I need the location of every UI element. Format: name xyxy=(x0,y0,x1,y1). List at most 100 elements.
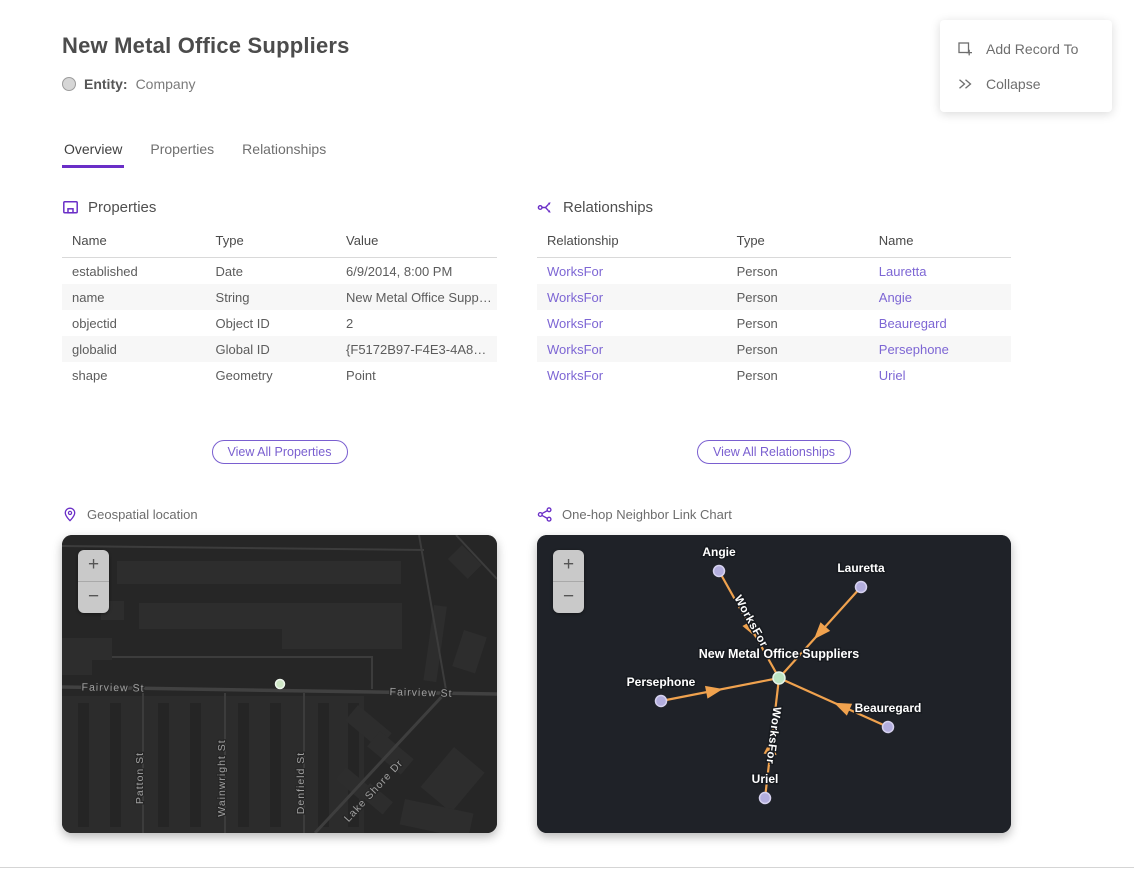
name-link[interactable]: Persephone xyxy=(879,342,949,357)
name-cell: Uriel xyxy=(869,362,1011,388)
name-cell: objectid xyxy=(62,310,206,336)
name-link[interactable]: Lauretta xyxy=(879,264,927,279)
node-label: Lauretta xyxy=(837,561,885,575)
column-header: Type xyxy=(206,229,337,258)
name-cell: Persephone xyxy=(869,336,1011,362)
table-row: WorksFor Person Beauregard xyxy=(537,310,1011,336)
type-cell: Person xyxy=(727,336,869,362)
name-cell: Lauretta xyxy=(869,258,1011,285)
context-menu: Add Record To Collapse xyxy=(940,20,1112,112)
type-cell: String xyxy=(206,284,337,310)
collapse-icon xyxy=(957,76,973,92)
chart-node-beauregard[interactable] xyxy=(883,722,894,733)
name-cell: Beauregard xyxy=(869,310,1011,336)
value-cell: {F5172B97-F4E3-4A83-8… xyxy=(336,336,497,362)
view-all-relationships-button[interactable]: View All Relationships xyxy=(697,440,851,464)
type-cell: Person xyxy=(727,362,869,388)
type-cell: Person xyxy=(727,310,869,336)
type-cell: Object ID xyxy=(206,310,337,336)
properties-icon xyxy=(62,199,79,216)
relationship-cell: WorksFor xyxy=(537,284,727,310)
value-cell: New Metal Office Suppliers xyxy=(336,284,497,310)
entity-type-value: Company xyxy=(136,76,196,92)
name-link[interactable]: Beauregard xyxy=(879,316,947,331)
map-section-header: Geospatial location xyxy=(62,506,497,523)
tab-properties[interactable]: Properties xyxy=(148,141,216,168)
menu-item-label: Add Record To xyxy=(986,41,1078,57)
map-pin-icon xyxy=(62,506,78,523)
column-header: Name xyxy=(62,229,206,258)
street-label: Patton St xyxy=(134,752,146,804)
tab-relationships[interactable]: Relationships xyxy=(240,141,328,168)
table-row: WorksFor Person Angie xyxy=(537,284,1011,310)
relationship-link[interactable]: WorksFor xyxy=(547,316,603,331)
properties-table: NameTypeValue establishedDate6/9/2014, 8… xyxy=(62,229,497,388)
zoom-out-button[interactable]: − xyxy=(553,581,584,613)
value-cell: 2 xyxy=(336,310,497,336)
name-link[interactable]: Angie xyxy=(879,290,912,305)
node-label: Angie xyxy=(702,545,736,559)
relationship-link[interactable]: WorksFor xyxy=(547,368,603,383)
zoom-out-button[interactable]: − xyxy=(78,581,109,613)
view-all-properties-button[interactable]: View All Properties xyxy=(212,440,348,464)
type-cell: Person xyxy=(727,258,869,285)
tab-overview[interactable]: Overview xyxy=(62,141,124,168)
section-title: Relationships xyxy=(563,199,653,216)
value-cell: 6/9/2014, 8:00 PM xyxy=(336,258,497,285)
entity-badge: Entity: Company xyxy=(62,76,195,92)
relationship-cell: WorksFor xyxy=(537,258,727,285)
entity-type-dot xyxy=(62,77,76,91)
menu-item-add-record-to[interactable]: Add Record To xyxy=(957,41,1112,57)
properties-section: Properties NameTypeValue establishedDate… xyxy=(62,196,497,464)
add-record-icon xyxy=(957,41,973,57)
relationship-cell: WorksFor xyxy=(537,310,727,336)
name-cell: Angie xyxy=(869,284,1011,310)
name-cell: globalid xyxy=(62,336,206,362)
table-row: shapeGeometryPoint xyxy=(62,362,497,388)
column-header: Type xyxy=(727,229,869,258)
relationships-section: Relationships RelationshipTypeName Works… xyxy=(537,196,1011,464)
chart-node-angie[interactable] xyxy=(714,566,725,577)
bottom-divider xyxy=(0,867,1134,868)
street-label: Fairview St xyxy=(389,686,452,700)
table-row: nameStringNew Metal Office Suppliers xyxy=(62,284,497,310)
zoom-in-button[interactable]: + xyxy=(553,550,584,581)
chart-node-uriel[interactable] xyxy=(760,793,771,804)
map-canvas[interactable]: Fairview StFairview StPatton StWainwrigh… xyxy=(62,535,497,833)
entity-label: Entity: xyxy=(84,76,128,92)
name-cell: name xyxy=(62,284,206,310)
table-row: establishedDate6/9/2014, 8:00 PM xyxy=(62,258,497,285)
type-cell: Global ID xyxy=(206,336,337,362)
table-row: objectidObject ID2 xyxy=(62,310,497,336)
link-chart-section: One-hop Neighbor Link Chart WorksForWork… xyxy=(537,503,1011,833)
chart-node-center[interactable] xyxy=(773,672,785,684)
map-zoom-control: + − xyxy=(78,550,109,613)
name-cell: shape xyxy=(62,362,206,388)
zoom-in-button[interactable]: + xyxy=(78,550,109,581)
chart-node-persephone[interactable] xyxy=(656,696,667,707)
page-title: New Metal Office Suppliers xyxy=(62,33,350,59)
node-label: Beauregard xyxy=(855,701,922,715)
link-chart-canvas[interactable]: WorksForWorksForAngieLaurettaPersephoneB… xyxy=(537,535,1011,833)
table-row: WorksFor Person Persephone xyxy=(537,336,1011,362)
menu-item-collapse[interactable]: Collapse xyxy=(957,76,1112,92)
name-link[interactable]: Uriel xyxy=(879,368,906,383)
relationship-link[interactable]: WorksFor xyxy=(547,264,603,279)
tab-bar: Overview Properties Relationships xyxy=(62,141,328,168)
relationships-table: RelationshipTypeName WorksForPersonLaure… xyxy=(537,229,1011,388)
table-row: WorksFor Person Lauretta xyxy=(537,258,1011,285)
relationship-link[interactable]: WorksFor xyxy=(547,290,603,305)
street-label: Fairview St xyxy=(81,681,144,694)
section-title: One-hop Neighbor Link Chart xyxy=(562,507,732,522)
table-row: WorksFor Person Uriel xyxy=(537,362,1011,388)
value-cell: Point xyxy=(336,362,497,388)
menu-item-label: Collapse xyxy=(986,76,1040,92)
street-label: Denfield St xyxy=(295,752,307,814)
link-chart-icon xyxy=(537,506,553,523)
entity-location-marker[interactable] xyxy=(276,680,285,689)
chart-node-lauretta[interactable] xyxy=(856,582,867,593)
basemap: Fairview StFairview StPatton StWainwrigh… xyxy=(62,535,497,833)
relationship-link[interactable]: WorksFor xyxy=(547,342,603,357)
type-cell: Person xyxy=(727,284,869,310)
name-cell: established xyxy=(62,258,206,285)
